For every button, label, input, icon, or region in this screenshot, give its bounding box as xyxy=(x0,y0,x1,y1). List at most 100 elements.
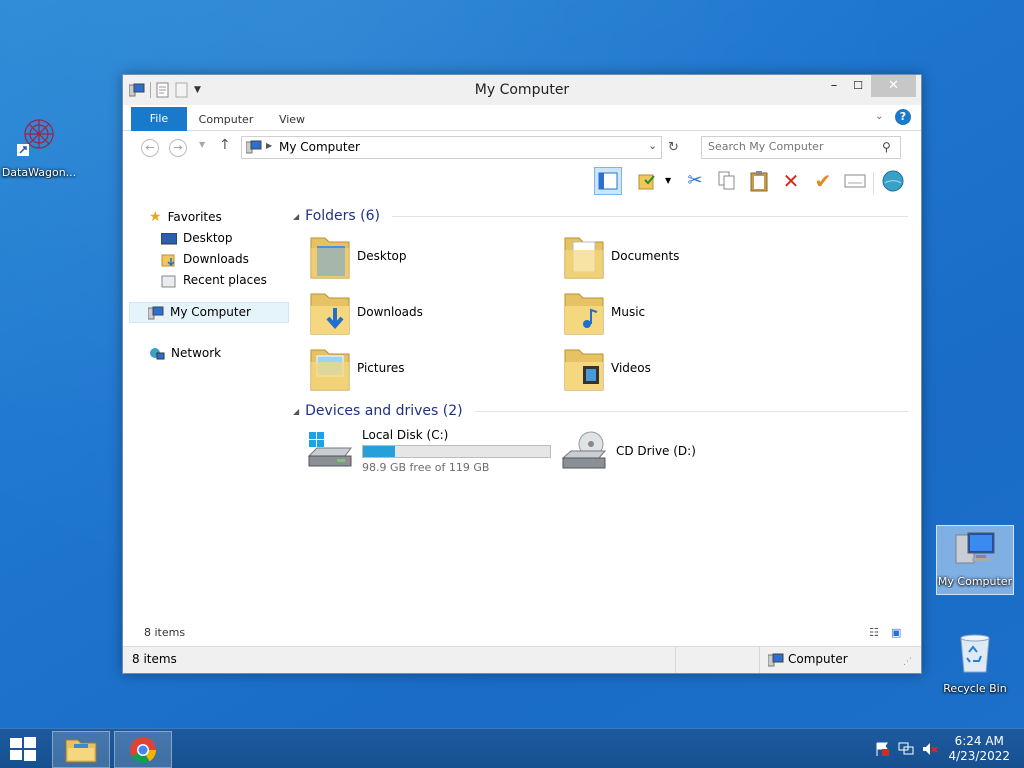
desktop-icon-label: My Computer xyxy=(937,575,1013,588)
back-button[interactable]: ← xyxy=(141,139,159,157)
checkmark-icon[interactable]: ✔ xyxy=(809,167,837,195)
content-pane: ◢ Folders (6) Desktop Documents Download… xyxy=(293,202,913,622)
close-button[interactable]: ✕ xyxy=(871,75,916,97)
folder-downloads[interactable]: Downloads xyxy=(309,286,549,338)
properties-icon[interactable] xyxy=(156,82,170,98)
delete-icon[interactable]: ✕ xyxy=(777,167,805,195)
datawagon-icon xyxy=(17,119,54,156)
maximize-button[interactable]: ☐ xyxy=(843,75,873,97)
divider xyxy=(873,172,874,194)
drive-usage-fill xyxy=(363,446,395,457)
folder-desktop[interactable]: Desktop xyxy=(309,230,549,282)
nav-label: Downloads xyxy=(183,252,249,266)
up-button[interactable]: ↑ xyxy=(219,137,231,153)
folder-pictures[interactable]: Pictures xyxy=(309,342,549,394)
drive-usage-bar xyxy=(362,445,551,458)
windows-logo-icon xyxy=(10,737,36,761)
tab-view[interactable]: View xyxy=(269,109,315,131)
title-bar[interactable]: My Computer ▼ – ☐ ✕ xyxy=(123,75,921,105)
drive-free-space: 98.9 GB free of 119 GB xyxy=(362,461,490,474)
folder-name: Desktop xyxy=(357,249,407,263)
help-icon[interactable]: ? xyxy=(895,109,911,125)
address-bar[interactable]: ▶ My Computer ⌄ xyxy=(241,136,662,159)
large-icons-view-icon[interactable]: ▣ xyxy=(891,626,901,639)
folder-documents[interactable]: Documents xyxy=(563,230,803,282)
properties-dropdown-icon[interactable]: ▼ xyxy=(665,176,671,185)
properties-button[interactable] xyxy=(633,167,661,195)
desktop-icon-my-computer[interactable]: My Computer xyxy=(936,525,1014,595)
drive-cd-d[interactable]: CD Drive (D:) xyxy=(561,426,811,476)
group-title: Devices and drives (2) xyxy=(305,403,463,419)
downloads-icon xyxy=(161,254,175,266)
nav-network[interactable]: Network xyxy=(129,343,289,364)
refresh-icon[interactable]: ↻ xyxy=(668,140,679,155)
tab-file[interactable]: File xyxy=(131,107,187,131)
nav-label: My Computer xyxy=(170,305,251,319)
copy-icon[interactable] xyxy=(713,167,741,195)
collapse-triangle-icon[interactable]: ◢ xyxy=(293,407,299,416)
rename-icon[interactable] xyxy=(841,167,869,195)
collapse-triangle-icon[interactable]: ◢ xyxy=(293,212,299,221)
clock-date: 4/23/2022 xyxy=(948,749,1010,763)
nav-my-computer[interactable]: My Computer xyxy=(129,302,289,323)
recent-locations-icon[interactable]: ▼ xyxy=(199,140,205,149)
resize-grip-icon[interactable]: ⋰ xyxy=(903,657,912,667)
globe-icon[interactable] xyxy=(879,167,907,195)
network-status-icon[interactable] xyxy=(898,741,914,760)
taskbar: 6:24 AM 4/23/2022 xyxy=(0,728,1024,768)
volume-icon[interactable] xyxy=(922,741,938,760)
details-view-icon[interactable]: ☷ xyxy=(869,626,879,639)
taskbar-file-explorer[interactable] xyxy=(52,731,110,768)
folder-name: Documents xyxy=(611,249,680,263)
paste-icon[interactable] xyxy=(745,167,773,195)
search-input[interactable] xyxy=(708,140,878,153)
clock[interactable]: 6:24 AM 4/23/2022 xyxy=(948,734,1010,764)
documents-folder-icon xyxy=(564,237,604,279)
drive-local-disk-c[interactable]: Local Disk (C:) 98.9 GB free of 119 GB xyxy=(307,426,557,476)
pictures-folder-icon xyxy=(310,349,350,391)
preview-pane-button[interactable] xyxy=(594,167,622,195)
nav-favorites[interactable]: ★ Favorites xyxy=(129,207,289,228)
item-count: 8 items xyxy=(144,626,186,639)
computer-icon xyxy=(768,653,784,667)
cut-icon[interactable]: ✂ xyxy=(681,167,709,195)
address-dropdown-icon[interactable]: ⌄ xyxy=(648,139,657,152)
chrome-icon xyxy=(130,736,157,763)
new-folder-icon[interactable] xyxy=(175,82,189,98)
desktop-icon-recycle-bin[interactable]: Recycle Bin xyxy=(936,630,1014,695)
desktop-icon-datawagon[interactable]: DataWagon... xyxy=(0,112,78,179)
flag-icon xyxy=(876,742,889,756)
qat-dropdown-icon[interactable]: ▼ xyxy=(194,85,201,95)
desktop-folder-icon xyxy=(310,237,350,279)
folder-videos[interactable]: Videos xyxy=(563,342,803,394)
desktop-icon-label: DataWagon... xyxy=(1,166,77,179)
ribbon-expand-icon[interactable]: ⌄ xyxy=(875,111,883,122)
network-tray-icon xyxy=(898,742,914,755)
music-folder-icon xyxy=(564,293,604,335)
search-box[interactable]: ⚲ xyxy=(701,136,901,159)
status-item-count: 8 items xyxy=(132,652,177,666)
taskbar-chrome[interactable] xyxy=(114,731,172,768)
rename-field-icon xyxy=(844,174,866,188)
group-devices-header[interactable]: ◢ Devices and drives (2) xyxy=(293,401,908,421)
downloads-folder-icon xyxy=(310,293,350,335)
action-center-icon[interactable] xyxy=(874,741,890,760)
ribbon-tabs: File Computer View ⌄ ? xyxy=(123,105,921,131)
quick-access-toolbar: ▼ xyxy=(129,81,201,99)
divider xyxy=(759,647,760,673)
folder-music[interactable]: Music xyxy=(563,286,803,338)
forward-button[interactable]: → xyxy=(169,139,187,157)
cd-drive-icon xyxy=(561,431,607,469)
nav-recent-places[interactable]: Recent places xyxy=(129,270,289,291)
clipboard-icon xyxy=(750,171,768,192)
nav-downloads[interactable]: Downloads xyxy=(129,249,289,270)
start-button[interactable] xyxy=(8,735,38,766)
divider xyxy=(474,410,908,412)
tab-computer[interactable]: Computer xyxy=(193,109,259,131)
nav-desktop[interactable]: Desktop xyxy=(129,228,289,249)
group-folders-header[interactable]: ◢ Folders (6) xyxy=(293,206,908,226)
recycle-bin-icon xyxy=(960,634,990,673)
nav-label: Recent places xyxy=(183,273,267,287)
breadcrumb-chevron-icon[interactable]: ▶ xyxy=(266,141,272,150)
computer-icon xyxy=(246,140,262,154)
